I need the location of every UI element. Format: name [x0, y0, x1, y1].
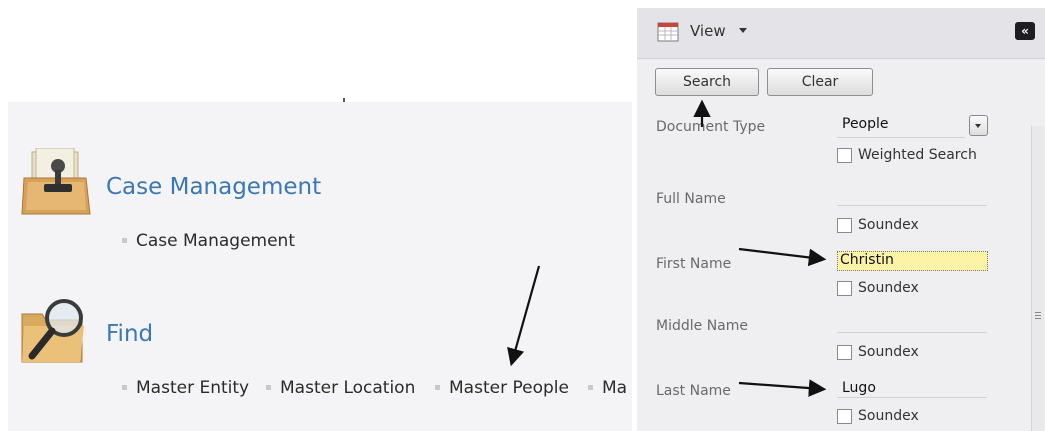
weighted-search-checkbox[interactable] — [837, 148, 852, 163]
search-panel: View « Search Clear Document Type People… — [637, 8, 1045, 431]
first-name-label: First Name — [656, 256, 732, 272]
document-type-underline — [837, 137, 965, 138]
list-bullet — [588, 385, 593, 390]
view-menu-label[interactable]: View — [690, 22, 726, 40]
first-name-value: Christin — [840, 252, 894, 268]
list-bullet — [122, 238, 127, 243]
find-title[interactable]: Find — [106, 321, 153, 347]
middle-name-label: Middle Name — [656, 318, 748, 334]
search-button[interactable]: Search — [655, 68, 759, 96]
case-management-title[interactable]: Case Management — [106, 174, 321, 200]
calendar-view-icon[interactable] — [657, 22, 679, 42]
dropdown-caret-icon[interactable] — [739, 28, 747, 33]
document-type-value[interactable]: People — [842, 116, 889, 132]
full-name-soundex-checkbox[interactable] — [837, 218, 852, 233]
link-case-management[interactable]: Case Management — [136, 231, 295, 251]
link-master-location[interactable]: Master Location — [280, 378, 415, 398]
first-name-soundex-label: Soundex — [858, 280, 919, 296]
last-name-soundex-checkbox[interactable] — [837, 409, 852, 424]
weighted-search-label: Weighted Search — [858, 147, 977, 163]
middle-name-input[interactable] — [837, 332, 987, 333]
middle-name-soundex-label: Soundex — [858, 344, 919, 360]
middle-name-soundex-checkbox[interactable] — [837, 345, 852, 360]
vertical-scrollbar[interactable] — [1031, 126, 1044, 431]
clear-button[interactable]: Clear — [767, 68, 873, 96]
last-name-value[interactable]: Lugo — [842, 380, 876, 396]
list-bullet — [266, 385, 271, 390]
document-type-dropdown-button[interactable] — [969, 115, 988, 136]
document-type-label: Document Type — [656, 119, 766, 135]
stamp-folder-icon — [21, 148, 91, 215]
scrollbar-grip[interactable] — [1035, 312, 1041, 320]
last-name-soundex-label: Soundex — [858, 408, 919, 424]
link-master-more[interactable]: Ma — [602, 378, 627, 398]
collapse-double-chevron-icon[interactable]: « — [1015, 22, 1035, 40]
list-bullet — [435, 385, 440, 390]
full-name-label: Full Name — [656, 191, 726, 207]
home-content: Case Management Case Management Find Mas… — [8, 102, 632, 431]
link-master-people[interactable]: Master People — [449, 378, 569, 398]
magnifier-folder-icon — [21, 299, 84, 363]
last-name-underline — [837, 397, 987, 398]
link-master-entity[interactable]: Master Entity — [136, 378, 249, 398]
search-toolbar: View « — [637, 8, 1045, 59]
last-name-label: Last Name — [656, 383, 731, 399]
full-name-soundex-label: Soundex — [858, 217, 919, 233]
first-name-soundex-checkbox[interactable] — [837, 281, 852, 296]
full-name-input[interactable] — [837, 205, 987, 206]
home-panel: Case Management Case Management Find Mas… — [0, 0, 632, 431]
list-bullet — [122, 385, 127, 390]
